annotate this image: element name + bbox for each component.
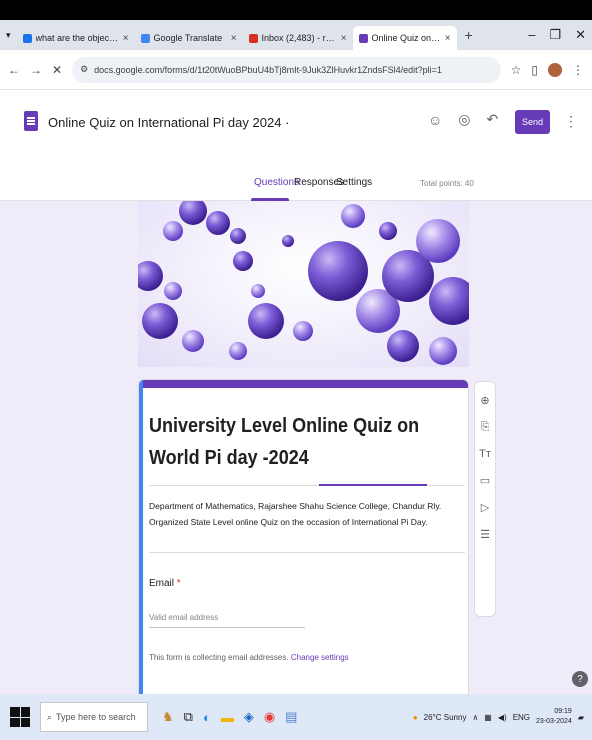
card-separator bbox=[149, 552, 465, 553]
add-image-icon[interactable]: ▭ bbox=[480, 474, 490, 487]
tab-list-dropdown-icon[interactable]: ▾ bbox=[0, 30, 17, 41]
star-icon[interactable]: · bbox=[285, 115, 289, 130]
bubbles-illustration bbox=[138, 201, 469, 365]
send-button[interactable]: Send bbox=[515, 110, 550, 134]
help-icon[interactable]: ? bbox=[572, 671, 588, 687]
url-field[interactable]: ⚙ docs.google.com/forms/d/1t20tWuoBPbuU4… bbox=[72, 56, 501, 83]
language-indicator[interactable]: ENG bbox=[513, 713, 530, 722]
question-toolbar: ⊕ ⎘ Tт ▭ ▷ ☰ bbox=[474, 381, 496, 617]
add-section-icon[interactable]: ☰ bbox=[480, 528, 490, 541]
tab-settings[interactable]: Settings bbox=[336, 177, 372, 188]
clock[interactable]: 09:19 23-03-2024 bbox=[536, 707, 572, 727]
profile-avatar[interactable] bbox=[548, 62, 562, 77]
tab-strip: ▾ what are the objectives of quiz × Goog… bbox=[0, 20, 592, 50]
url-text: docs.google.com/forms/d/1t20tWuoBPbuU4bT… bbox=[94, 64, 442, 75]
search-icon: ⌕ bbox=[47, 711, 53, 722]
weather-icon: ● bbox=[412, 712, 418, 722]
add-video-icon[interactable]: ▷ bbox=[481, 501, 489, 514]
browser-tab-4[interactable]: Online Quiz on Internationa × bbox=[352, 26, 457, 50]
browser-tab-title: Online Quiz on Internationa bbox=[371, 33, 441, 43]
clock-time: 09:19 bbox=[554, 708, 572, 715]
store-icon[interactable]: ◈ bbox=[244, 709, 254, 725]
card-focus-bar bbox=[139, 380, 143, 694]
task-view-icon[interactable]: ⧉ bbox=[184, 709, 193, 725]
browser-tab-1[interactable]: what are the objectives of quiz × bbox=[17, 26, 135, 50]
email-field[interactable]: Valid email address bbox=[149, 613, 218, 622]
window-controls: – ❐ ✕ bbox=[528, 27, 592, 43]
translate-icon bbox=[140, 33, 150, 43]
close-tab-icon[interactable]: × bbox=[341, 33, 347, 44]
browser-tab-2[interactable]: Google Translate × bbox=[135, 26, 243, 50]
new-tab-icon[interactable]: + bbox=[457, 27, 481, 43]
edge-icon[interactable]: ◐ bbox=[203, 710, 211, 725]
form-title-card[interactable]: University Level Online Quiz on World Pi… bbox=[138, 379, 469, 694]
header-actions: ☺ ◎ ↶ ↷ bbox=[428, 111, 526, 128]
form-tabs: Questions Responses Settings Total point… bbox=[0, 171, 592, 201]
header-banner-image bbox=[138, 201, 469, 367]
heading-focus-underline bbox=[319, 484, 427, 486]
card-accent-bar bbox=[139, 380, 468, 388]
form-heading[interactable]: University Level Online Quiz on World Pi… bbox=[149, 410, 428, 474]
close-tab-icon[interactable]: × bbox=[231, 33, 237, 44]
file-explorer-icon[interactable]: ▬ bbox=[221, 710, 234, 725]
browser-tab-3[interactable]: Inbox (2,483) - rekhaiscope@g × bbox=[243, 26, 353, 50]
email-field-underline bbox=[149, 627, 305, 628]
add-question-icon[interactable]: ⊕ bbox=[480, 394, 489, 407]
chrome-icon[interactable]: ◉ bbox=[264, 709, 275, 725]
more-options-icon[interactable]: ⋮ bbox=[564, 113, 578, 130]
volume-icon[interactable]: ◀) bbox=[498, 713, 507, 722]
top-band bbox=[0, 0, 592, 20]
forms-logo-icon[interactable] bbox=[24, 111, 38, 131]
site-info-icon[interactable]: ⚙ bbox=[80, 64, 88, 75]
stop-icon[interactable]: ✕ bbox=[52, 63, 62, 77]
close-tab-icon[interactable]: × bbox=[123, 33, 129, 44]
notifications-icon[interactable]: ▰ bbox=[578, 713, 584, 722]
screen: ▾ what are the objectives of quiz × Goog… bbox=[0, 0, 592, 740]
browser-tab-title: Inbox (2,483) - rekhaiscope@g bbox=[261, 33, 337, 43]
network-icon[interactable]: ▦ bbox=[484, 713, 492, 722]
clock-date: 23-03-2024 bbox=[536, 718, 572, 725]
taskbar-apps: ♞ ⧉ ◐ ▬ ◈ ◉ ▤ bbox=[162, 709, 297, 725]
address-bar: ← → ✕ ⚙ docs.google.com/forms/d/1t20tWuo… bbox=[0, 50, 592, 90]
browser-tab-title: what are the objectives of quiz bbox=[35, 33, 119, 43]
add-title-icon[interactable]: Tт bbox=[479, 448, 491, 460]
preview-icon[interactable]: ◎ bbox=[458, 111, 470, 128]
forms-header: Online Quiz on International Pi day 2024… bbox=[0, 91, 592, 201]
deer-widget-icon[interactable]: ♞ bbox=[162, 709, 174, 725]
tray-chevron-icon[interactable]: ∧ bbox=[472, 713, 478, 722]
weather-text[interactable]: 26°C Sunny bbox=[424, 713, 467, 722]
taskbar-search-box[interactable]: ⌕ Type here to search bbox=[40, 702, 148, 732]
undo-icon[interactable]: ↶ bbox=[487, 111, 499, 128]
restore-icon[interactable]: ❐ bbox=[549, 27, 561, 43]
windows-taskbar: ⌕ Type here to search ♞ ⧉ ◐ ▬ ◈ ◉ ▤ ● 26… bbox=[0, 694, 592, 740]
minimize-icon[interactable]: – bbox=[528, 27, 535, 43]
gmail-icon bbox=[248, 33, 258, 43]
palette-icon[interactable]: ☺ bbox=[428, 112, 442, 128]
windows-start-icon[interactable] bbox=[10, 707, 30, 727]
total-points: Total points: 40 bbox=[420, 179, 474, 188]
system-tray: ● 26°C Sunny ∧ ▦ ◀) ENG 09:19 23-03-2024… bbox=[413, 707, 592, 727]
form-title[interactable]: Online Quiz on International Pi day 2024… bbox=[48, 115, 289, 130]
forward-icon[interactable]: → bbox=[30, 63, 42, 77]
email-collection-note: This form is collecting email addresses.… bbox=[149, 653, 349, 662]
notepad-icon[interactable]: ▤ bbox=[285, 709, 297, 725]
browser-menu-icon[interactable]: ⋮ bbox=[572, 63, 584, 77]
browser-tab-title: Google Translate bbox=[153, 33, 223, 43]
form-description[interactable]: Department of Mathematics, Rajarshee Sha… bbox=[149, 498, 467, 530]
tab-questions[interactable]: Questions bbox=[254, 177, 299, 188]
required-asterisk: * bbox=[176, 578, 181, 589]
import-questions-icon[interactable]: ⎘ bbox=[481, 421, 490, 434]
change-settings-link[interactable]: Change settings bbox=[291, 653, 349, 662]
forms-icon bbox=[358, 33, 368, 43]
back-icon[interactable]: ← bbox=[8, 63, 20, 77]
close-window-icon[interactable]: ✕ bbox=[575, 27, 586, 43]
bookmark-icon[interactable]: ☆ bbox=[511, 63, 522, 77]
search-placeholder: Type here to search bbox=[56, 712, 136, 722]
close-tab-icon[interactable]: × bbox=[445, 33, 451, 44]
sidepanel-icon[interactable]: ▯ bbox=[531, 63, 538, 77]
email-label: Email * bbox=[149, 578, 181, 589]
form-canvas: University Level Online Quiz on World Pi… bbox=[0, 201, 592, 694]
google-search-icon bbox=[22, 33, 32, 43]
